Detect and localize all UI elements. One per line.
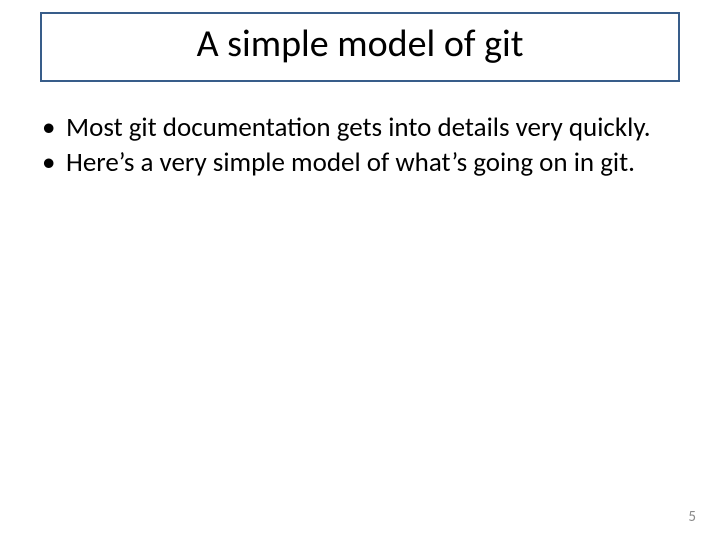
- title-box: A simple model of git: [40, 12, 680, 82]
- list-item: Most git documentation gets into details…: [34, 112, 686, 143]
- bullet-list: Most git documentation gets into details…: [34, 112, 686, 178]
- slide-body: Most git documentation gets into details…: [30, 112, 690, 178]
- page-number: 5: [688, 508, 696, 526]
- list-item: Here’s a very simple model of what’s goi…: [34, 147, 686, 178]
- slide: A simple model of git Most git documenta…: [0, 0, 720, 540]
- slide-title: A simple model of git: [62, 24, 658, 66]
